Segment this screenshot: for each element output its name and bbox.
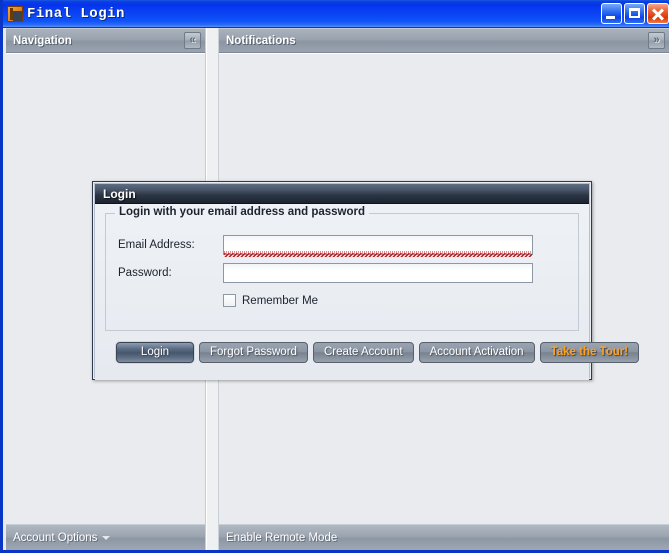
expand-right-icon[interactable]: » [648, 32, 665, 49]
remember-me-label: Remember Me [242, 294, 319, 307]
login-dialog-inner: Login Login with your email address and … [94, 183, 640, 380]
window-title: Final Login [27, 5, 125, 22]
login-dialog-title: Login [103, 186, 136, 201]
password-field[interactable] [223, 263, 533, 283]
password-row: Password: [118, 259, 578, 287]
login-groupbox-legend: Login with your email address and passwo… [115, 206, 370, 218]
navigation-panel-header: Navigation « [6, 28, 205, 53]
maximize-button[interactable] [624, 3, 645, 24]
collapse-left-icon[interactable]: « [184, 32, 201, 49]
email-row: Email Address: [118, 231, 578, 259]
remember-me-checkbox[interactable] [223, 294, 236, 307]
remember-me-row[interactable]: Remember Me [223, 294, 578, 307]
account-activation-button[interactable]: Account Activation [418, 342, 535, 363]
account-options-label: Account Options [13, 531, 98, 544]
notifications-panel-title: Notifications [226, 34, 296, 47]
validation-error-squiggle [224, 253, 532, 257]
email-label: Email Address: [118, 239, 195, 251]
minimize-icon [606, 16, 615, 19]
notifications-panel-header: Notifications » [219, 28, 669, 53]
navigation-statusbar[interactable]: Account Options [6, 524, 205, 550]
take-the-tour-button[interactable]: Take the Tour! [539, 342, 640, 363]
app-icon [7, 5, 23, 22]
enable-remote-mode-label: Enable Remote Mode [226, 531, 338, 544]
login-dialog-content: Login with your email address and passwo… [95, 204, 640, 380]
dialog-button-row: Login Forgot Password Create Account Acc… [116, 342, 640, 363]
chevron-down-icon [102, 535, 111, 540]
window-frame: Final Login Navigation « Account Options… [0, 0, 669, 553]
window-titlebar[interactable]: Final Login [3, 0, 669, 28]
maximize-icon [629, 8, 640, 18]
login-dialog-titlebar[interactable]: Login [95, 184, 589, 204]
minimize-button[interactable] [601, 3, 622, 24]
login-groupbox: Login with your email address and passwo… [105, 206, 579, 331]
email-field[interactable] [223, 235, 533, 257]
login-dialog: Login Login with your email address and … [92, 181, 640, 380]
window-controls [601, 3, 669, 24]
navigation-panel-title: Navigation [13, 34, 72, 47]
forgot-password-button[interactable]: Forgot Password [199, 342, 308, 363]
close-button[interactable] [647, 3, 669, 24]
application-window: Final Login Navigation « Account Options… [0, 0, 669, 553]
notifications-statusbar[interactable]: Enable Remote Mode [219, 524, 669, 550]
create-account-button[interactable]: Create Account [312, 342, 414, 363]
password-label: Password: [118, 267, 172, 279]
login-button[interactable]: Login [116, 342, 194, 363]
